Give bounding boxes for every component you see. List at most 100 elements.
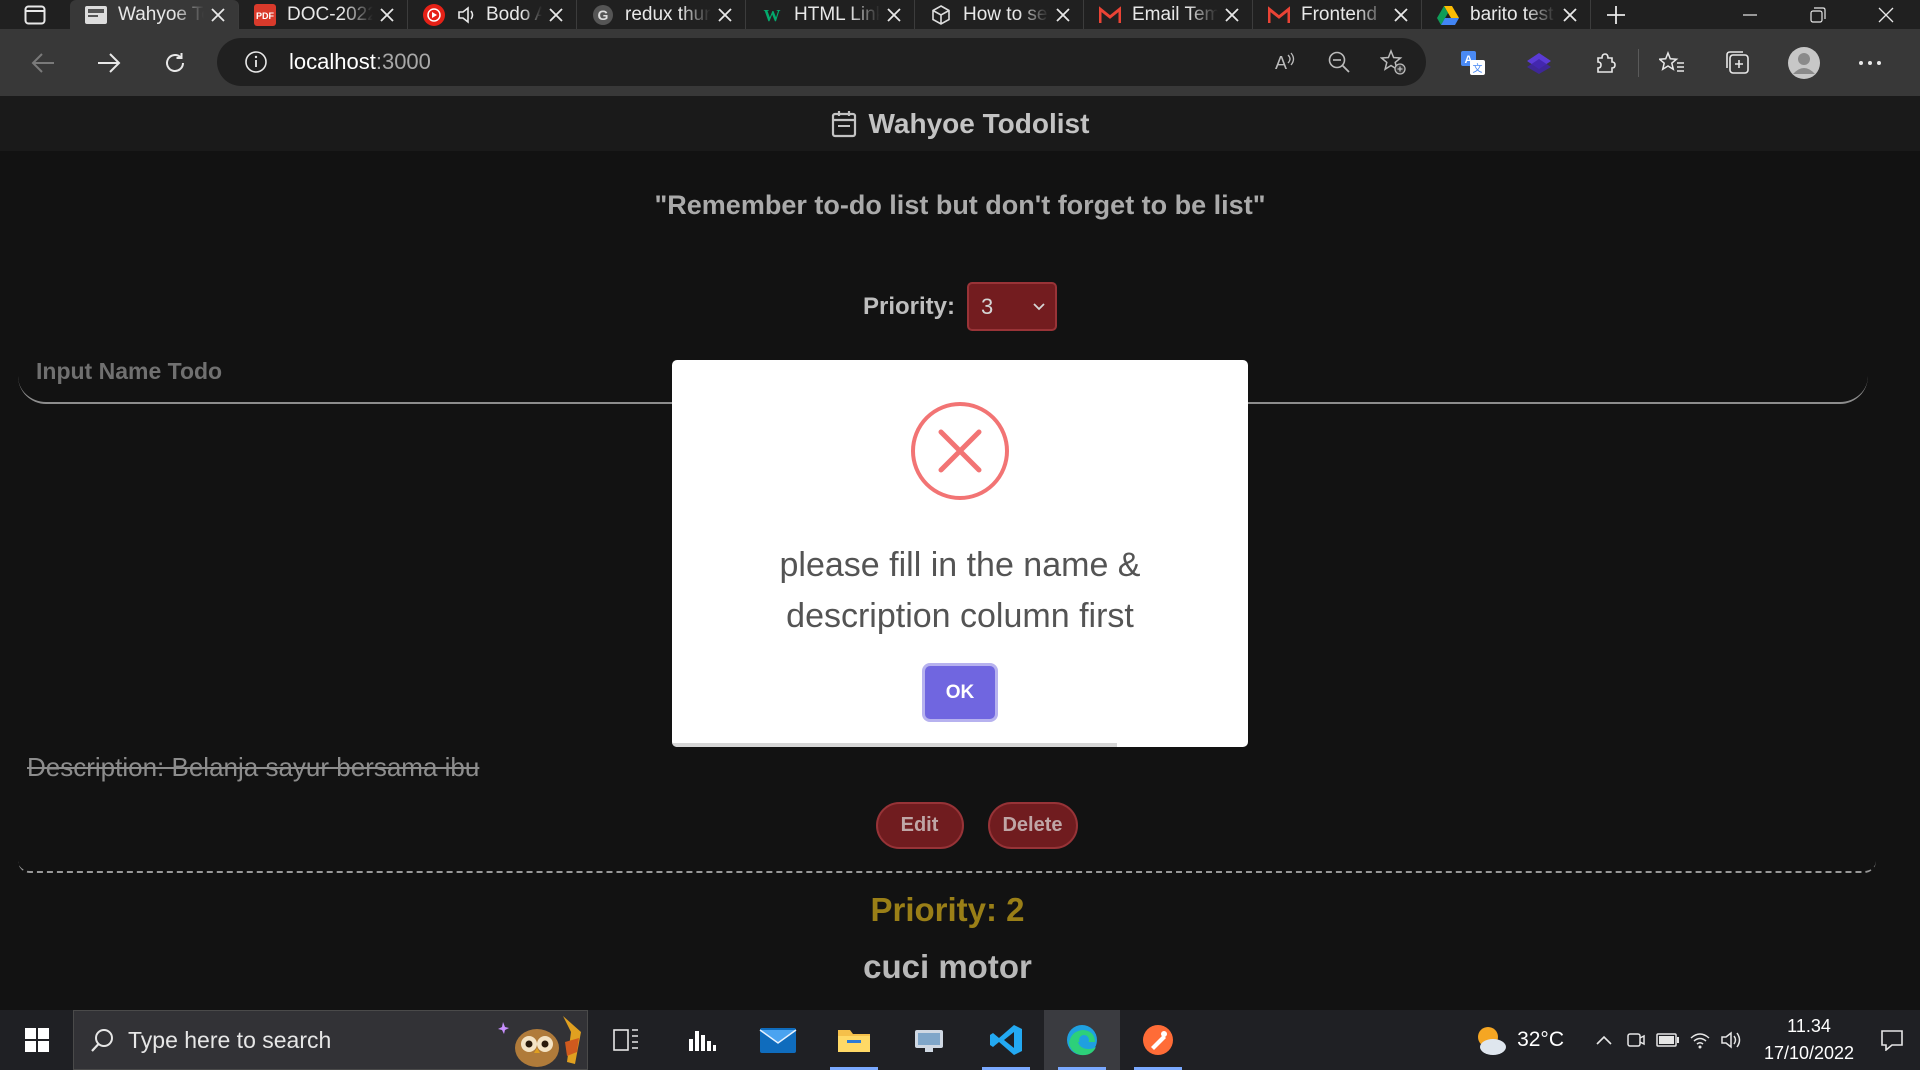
analytics-app-icon bbox=[689, 1031, 716, 1051]
close-tab-icon[interactable] bbox=[711, 1, 739, 29]
google-drive-favicon-icon bbox=[1436, 3, 1460, 27]
weather-temperature[interactable]: 32°C bbox=[1517, 1028, 1564, 1052]
svg-text:G: G bbox=[598, 7, 609, 23]
edge-icon bbox=[1067, 1025, 1097, 1056]
windows-taskbar: Type here to search 32°C 11.34 17/10/202… bbox=[0, 1010, 1920, 1070]
taskbar-clock[interactable]: 11.34 17/10/2022 bbox=[1754, 1013, 1864, 1067]
todo-app-page: Wahyoe Todolist "Remember to-do list but… bbox=[0, 96, 1920, 1010]
address-bar[interactable]: localhost:3000 A bbox=[217, 38, 1426, 86]
refresh-button[interactable] bbox=[142, 29, 208, 96]
tab-barito[interactable]: barito test bbox=[1422, 0, 1591, 29]
search-highlight-owl-icon bbox=[498, 1016, 581, 1067]
tab-frontend[interactable]: Frontend bbox=[1253, 0, 1422, 29]
wifi-icon[interactable] bbox=[1684, 1010, 1716, 1070]
tab-wahyoe-todolist[interactable]: Wahyoe Todolist bbox=[70, 0, 239, 29]
postman-button[interactable] bbox=[1120, 1010, 1196, 1070]
close-tab-icon[interactable] bbox=[880, 1, 908, 29]
tab-bodo[interactable]: Bodo Amat bbox=[408, 0, 577, 29]
forward-button[interactable] bbox=[76, 29, 142, 96]
site-info-icon[interactable] bbox=[231, 50, 281, 74]
vscode-button[interactable] bbox=[968, 1010, 1044, 1070]
tab-actions-button[interactable] bbox=[0, 0, 70, 29]
analytics-app-button[interactable] bbox=[664, 1010, 740, 1070]
gmail-favicon-icon bbox=[1267, 3, 1291, 27]
tab-how-to[interactable]: How to set bbox=[915, 0, 1084, 29]
tab-title: Frontend bbox=[1301, 3, 1378, 25]
volume-icon[interactable] bbox=[1716, 1010, 1748, 1070]
back-arrow-icon bbox=[31, 52, 54, 73]
codesandbox-favicon-icon bbox=[929, 3, 953, 27]
tab-title: Email Template bbox=[1132, 3, 1218, 25]
mail-app-button[interactable] bbox=[740, 1010, 816, 1070]
restore-button[interactable] bbox=[1784, 0, 1852, 29]
extensions-area: A文 bbox=[1440, 29, 1903, 96]
close-tab-icon[interactable] bbox=[1387, 1, 1415, 29]
search-placeholder: Type here to search bbox=[128, 1026, 332, 1053]
minimize-icon bbox=[1743, 13, 1757, 16]
tab-actions-icon bbox=[24, 5, 46, 24]
battery-icon[interactable] bbox=[1652, 1010, 1684, 1070]
svg-text:文: 文 bbox=[1473, 62, 1483, 75]
error-alert-modal: please fill in the name & description co… bbox=[672, 360, 1248, 747]
start-button[interactable] bbox=[0, 1010, 73, 1070]
browser-toolbar: localhost:3000 A A文 bbox=[0, 29, 1920, 96]
alert-message: please fill in the name & description co… bbox=[779, 546, 1141, 635]
folder-icon bbox=[838, 1030, 870, 1052]
taskbar-search-box[interactable]: Type here to search bbox=[73, 1010, 588, 1070]
close-icon bbox=[1878, 7, 1894, 22]
window-controls bbox=[1716, 0, 1920, 29]
task-view-button[interactable] bbox=[588, 1010, 664, 1070]
tab-title: DOC-20221017 bbox=[287, 3, 373, 25]
postman-icon bbox=[1143, 1025, 1173, 1055]
profile-avatar[interactable] bbox=[1771, 29, 1837, 96]
minimize-button[interactable] bbox=[1716, 0, 1784, 29]
ok-button[interactable]: OK bbox=[925, 666, 995, 719]
close-tab-icon[interactable] bbox=[373, 1, 401, 29]
tab-title: HTML Links bbox=[794, 3, 880, 25]
back-button[interactable] bbox=[10, 29, 76, 96]
new-tab-button[interactable] bbox=[1591, 0, 1641, 29]
collections-icon[interactable] bbox=[1705, 29, 1771, 96]
pdf-favicon-icon: PDF bbox=[253, 3, 277, 27]
close-tab-icon[interactable] bbox=[1218, 1, 1246, 29]
w3schools-favicon-icon: W bbox=[760, 3, 784, 27]
tab-redux[interactable]: G redux thunk bbox=[577, 0, 746, 29]
settings-more-icon[interactable] bbox=[1837, 29, 1903, 96]
mail-icon bbox=[759, 1028, 797, 1053]
meet-now-icon[interactable] bbox=[1620, 1010, 1652, 1070]
notification-center-icon[interactable] bbox=[1864, 1010, 1920, 1070]
windows-logo-icon bbox=[24, 1028, 49, 1052]
translate-extension-icon[interactable]: A文 bbox=[1440, 29, 1506, 96]
file-explorer-button[interactable] bbox=[816, 1010, 892, 1070]
zoom-out-icon[interactable] bbox=[1312, 38, 1366, 86]
restore-icon bbox=[1810, 6, 1826, 23]
close-tab-icon[interactable] bbox=[204, 1, 232, 29]
show-hidden-icons-chevron-up-icon[interactable] bbox=[1588, 1010, 1620, 1070]
close-window-button[interactable] bbox=[1852, 0, 1920, 29]
tab-email-template[interactable]: Email Template bbox=[1084, 0, 1253, 29]
speaker-icon[interactable] bbox=[456, 4, 478, 26]
close-tab-icon[interactable] bbox=[1049, 1, 1077, 29]
close-tab-icon[interactable] bbox=[1556, 1, 1584, 29]
clock-time: 11.34 bbox=[1787, 1016, 1831, 1036]
clock-date: 17/10/2022 bbox=[1763, 1043, 1855, 1063]
svg-text:W: W bbox=[764, 6, 781, 25]
svg-text:A: A bbox=[1275, 53, 1287, 73]
tab-html-links[interactable]: W HTML Links bbox=[746, 0, 915, 29]
tab-title: Wahyoe Todolist bbox=[118, 3, 204, 25]
svg-text:PDF: PDF bbox=[256, 11, 275, 21]
layers-extension-icon[interactable] bbox=[1506, 29, 1572, 96]
google-favicon-icon: G bbox=[591, 3, 615, 27]
plus-icon bbox=[1607, 5, 1625, 24]
add-favorite-icon[interactable] bbox=[1366, 38, 1420, 86]
tab-doc[interactable]: PDF DOC-20221017 bbox=[239, 0, 408, 29]
tab-title: Bodo Amat bbox=[486, 3, 542, 25]
extensions-puzzle-icon[interactable] bbox=[1572, 29, 1638, 96]
close-tab-icon[interactable] bbox=[542, 1, 570, 29]
remote-desktop-button[interactable] bbox=[892, 1010, 968, 1070]
read-aloud-icon[interactable]: A bbox=[1258, 38, 1312, 86]
favorites-icon[interactable] bbox=[1639, 29, 1705, 96]
weather-partly-cloudy-icon[interactable] bbox=[1473, 1023, 1509, 1057]
edge-browser-button[interactable] bbox=[1044, 1010, 1120, 1070]
tab-title: How to set bbox=[963, 3, 1049, 25]
